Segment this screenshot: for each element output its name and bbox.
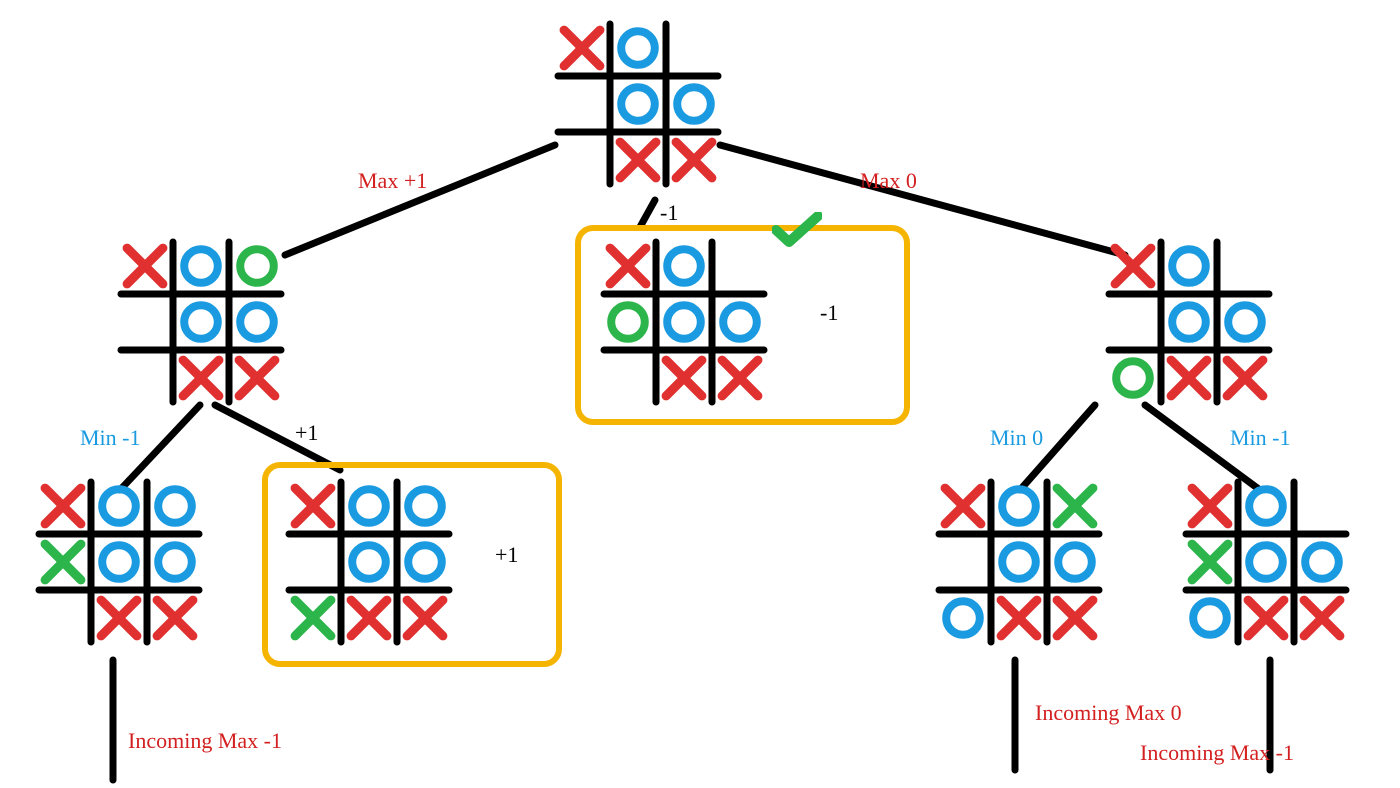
board-l2-c: [935, 478, 1103, 646]
label-mid-top: -1: [660, 200, 678, 226]
label-min-r2: Min -1: [1230, 425, 1291, 451]
board-l2-d: [1182, 478, 1350, 646]
label-inc-left: Incoming Max -1: [128, 728, 282, 754]
label-inc-mid: Incoming Max 0: [1035, 700, 1182, 726]
board-l1-mid: [600, 238, 768, 406]
board-root: [554, 20, 722, 188]
board-l2-b: [285, 478, 453, 646]
label-plus1-edge: +1: [295, 420, 318, 446]
board-l2-a: [35, 478, 203, 646]
label-min-r1: Min 0: [990, 425, 1043, 451]
board-l1-left: [117, 238, 285, 406]
label-min-left: Min -1: [80, 425, 141, 451]
label-max-right: Max 0: [860, 168, 917, 194]
checkmark-icon: [772, 212, 822, 248]
board-l1-right: [1105, 238, 1273, 406]
label-max-left: Max +1: [358, 168, 427, 194]
label-plus1-side: +1: [495, 542, 518, 568]
label-mid-side: -1: [820, 300, 838, 326]
label-inc-right: Incoming Max -1: [1140, 740, 1294, 766]
